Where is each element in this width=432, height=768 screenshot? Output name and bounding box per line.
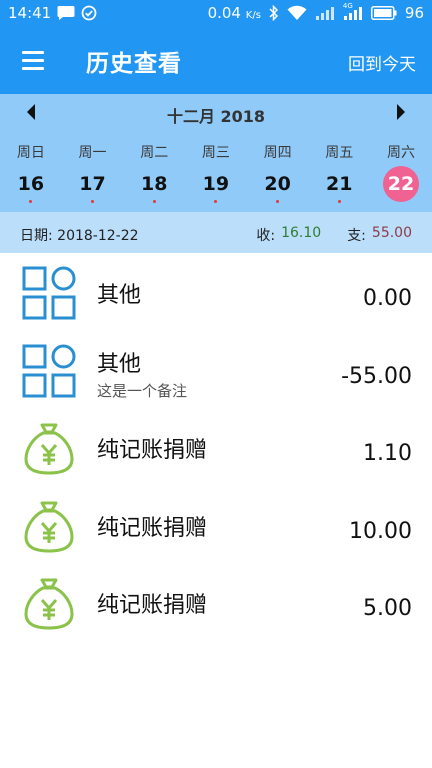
weekday-label: 周日	[16, 145, 45, 161]
day-number: 17	[79, 173, 106, 195]
money-bag-icon	[24, 501, 74, 552]
network-type: 4G	[342, 2, 353, 10]
day-number: 22	[382, 166, 419, 202]
income-value: 16.10	[281, 225, 322, 241]
record-item[interactable]: 其他 这是一个备注 -55.00	[0, 334, 432, 412]
week-calendar: 十二月 2018 周日 周一 周二 周三 周四 周五 周六 16 17 18 1…	[0, 94, 432, 212]
weekday-label: 周一	[78, 145, 107, 161]
weekday-label: 周五	[325, 145, 354, 161]
network-speed-unit: K/s	[245, 10, 261, 21]
day-number: 20	[264, 173, 291, 195]
record-amount: 5.00	[363, 596, 412, 621]
income-label: 收:	[256, 228, 276, 244]
record-dot	[214, 200, 218, 203]
back-to-today-button[interactable]: 回到今天	[348, 50, 416, 75]
record-item[interactable]: 纯记账捐赠 5.00	[0, 566, 432, 644]
expense-label: 支:	[347, 228, 366, 244]
month-label: 十二月 2018	[166, 107, 266, 126]
record-item[interactable]: 纯记账捐赠 10.00	[0, 489, 432, 567]
record-dot	[91, 200, 95, 203]
record-dot	[276, 200, 280, 203]
record-name: 其他	[97, 283, 142, 308]
record-amount: 0.00	[363, 286, 412, 311]
weekday-label: 周四	[263, 145, 292, 161]
calendar-day[interactable]: 16	[0, 172, 62, 206]
weekday-label: 周二	[140, 145, 169, 161]
calendar-day[interactable]: 20	[247, 172, 309, 206]
next-week-button[interactable]	[394, 102, 408, 122]
summary-totals: 收: 16.10 支: 55.00	[256, 225, 412, 245]
status-bar-right: 0.04 K/s 4G 96	[208, 2, 424, 22]
page-title: 历史查看	[86, 51, 182, 77]
status-bar: 14:41 0.04 K/s 4G 96	[0, 0, 432, 28]
status-time: 14:41	[8, 4, 52, 22]
record-amount: -55.00	[341, 363, 412, 389]
battery-icon	[370, 6, 397, 20]
expense-value: 55.00	[371, 225, 412, 241]
app-bar: 历史查看 回到今天	[0, 28, 432, 94]
record-note: 这是一个备注	[97, 381, 188, 400]
record-amount: 10.00	[349, 518, 412, 544]
record-list: 其他 0.00 其他 这是一个备注 -55.00 纯记账捐赠 1.10 纯记账捐…	[0, 256, 432, 644]
network-speed-value: 0.04	[207, 4, 241, 22]
record-name: 纯记账捐赠	[97, 515, 208, 541]
day-number: 16	[17, 173, 45, 195]
date-value: 2018-12-22	[57, 228, 139, 244]
weekday-label: 周三	[201, 145, 230, 161]
battery-level: 96	[404, 4, 424, 22]
money-bag-icon	[24, 578, 74, 630]
record-name: 纯记账捐赠	[97, 593, 208, 618]
week-days: 16 17 18 19 20 21 22	[0, 166, 432, 206]
message-icon	[57, 5, 75, 21]
weekday-header: 周日 周一 周二 周三 周四 周五 周六	[0, 142, 432, 162]
day-number: 21	[326, 173, 353, 195]
network-speed: 0.04 K/s	[208, 4, 261, 22]
record-amount: 1.10	[363, 441, 412, 466]
summary-date: 日期: 2018-12-22	[20, 225, 139, 245]
calendar-day[interactable]: 18	[123, 172, 185, 206]
calendar-day[interactable]: 17	[62, 172, 124, 206]
hamburger-icon	[22, 51, 44, 54]
wifi-icon	[287, 5, 307, 21]
date-label: 日期:	[20, 228, 53, 244]
calendar-day[interactable]: 19	[185, 172, 247, 206]
status-bar-left: 14:41	[8, 4, 97, 22]
day-number: 19	[202, 173, 230, 195]
record-dot	[337, 200, 341, 203]
weekday-label: 周六	[386, 145, 415, 161]
record-name: 其他	[97, 351, 142, 377]
calendar-day-selected[interactable]: 22	[370, 166, 432, 206]
record-dot	[29, 200, 33, 203]
menu-button[interactable]	[20, 48, 50, 74]
bluetooth-icon	[269, 5, 279, 21]
record-item[interactable]: 纯记账捐赠 1.10	[0, 411, 432, 489]
category-grid-icon	[22, 266, 76, 320]
calendar-day[interactable]: 21	[308, 172, 370, 206]
signal-icon	[315, 5, 335, 21]
daily-summary: 日期: 2018-12-22 收: 16.10 支: 55.00	[0, 212, 432, 253]
record-name: 纯记账捐赠	[97, 438, 208, 463]
category-grid-icon	[22, 344, 76, 397]
check-circle-icon	[81, 5, 97, 21]
money-bag-icon	[24, 423, 74, 475]
record-item[interactable]: 其他 0.00	[0, 256, 432, 334]
caret-right-icon	[397, 104, 405, 120]
day-number: 18	[140, 173, 168, 195]
signal-4g-icon: 4G	[342, 2, 363, 21]
record-dot	[152, 200, 156, 203]
